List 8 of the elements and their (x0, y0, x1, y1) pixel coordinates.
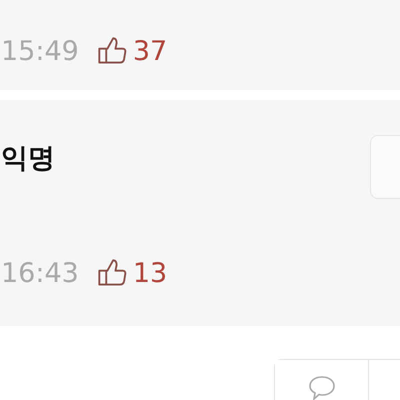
comment-author: 익명 (1, 142, 55, 176)
comment-icon (306, 374, 336, 400)
like-count: 37 (132, 36, 168, 66)
thumbs-up-icon[interactable] (96, 258, 127, 288)
like-count: 13 (132, 258, 168, 288)
comment-time: 16:43 (1, 258, 79, 288)
comment-time: 15:49 (1, 36, 79, 66)
thumbs-up-icon[interactable] (96, 36, 127, 66)
